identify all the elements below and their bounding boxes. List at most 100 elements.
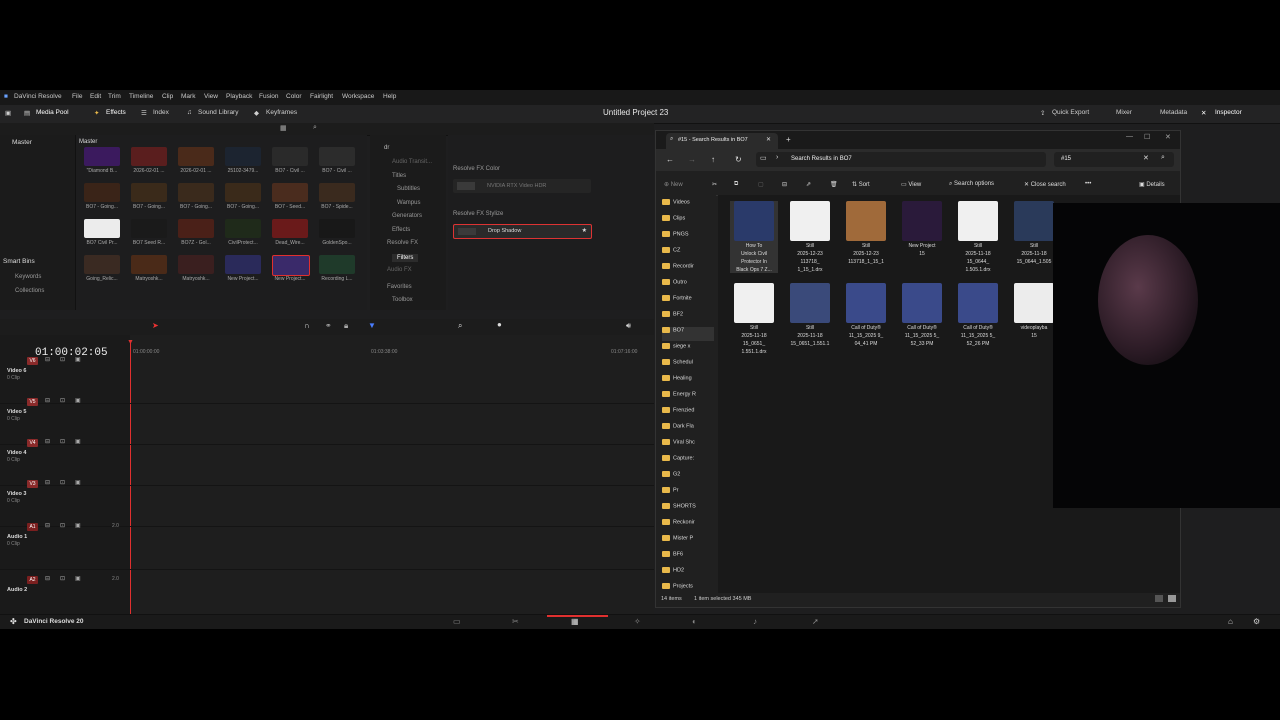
menu-color[interactable]: Color: [286, 93, 302, 100]
menu-clip[interactable]: Clip: [162, 93, 173, 100]
page-fairlight-icon[interactable]: ♪: [753, 617, 757, 626]
tab-close-icon[interactable]: ✕: [766, 136, 771, 143]
favorite-star-icon[interactable]: ★: [582, 227, 587, 234]
keyframes-icon[interactable]: ◆: [254, 109, 259, 117]
nav-item[interactable]: Mister P: [662, 535, 714, 549]
nav-item[interactable]: Videos: [662, 199, 714, 213]
nav-item[interactable]: Reckonir: [662, 519, 714, 533]
nav-item[interactable]: BF2: [662, 311, 714, 325]
nav-item[interactable]: Schedul: [662, 359, 714, 373]
fx-tree-audio-fx[interactable]: Audio FX: [387, 267, 412, 273]
zoom-slider-handle[interactable]: ●: [497, 320, 502, 329]
new-tab-icon[interactable]: +: [786, 135, 791, 144]
fx-tree-resolve-fx[interactable]: Resolve FX: [387, 240, 418, 246]
nav-item[interactable]: BF6: [662, 551, 714, 565]
nav-item[interactable]: Dark Fla: [662, 423, 714, 437]
track-visibility-icon[interactable]: ▣: [75, 479, 81, 486]
media-pool-icon[interactable]: ▤: [24, 109, 30, 117]
track-toggle-icon[interactable]: ⊡: [60, 438, 65, 445]
share-icon[interactable]: ⇗: [806, 181, 811, 188]
track-visibility-icon[interactable]: ▣: [75, 522, 81, 529]
file-item[interactable]: Still 2025-12-23 113718_ 1_15_1.drx: [786, 201, 834, 273]
clip-thumbnail[interactable]: [319, 147, 355, 166]
paste-icon[interactable]: ▢: [758, 181, 764, 188]
more-icon[interactable]: •••: [1085, 181, 1091, 187]
keywords-bin[interactable]: Keywords: [15, 274, 41, 280]
grid-view-icon[interactable]: ▦: [280, 124, 287, 132]
quick-export-button[interactable]: Quick Export: [1052, 109, 1089, 116]
flag-icon[interactable]: ▼: [368, 321, 376, 330]
collections-bin[interactable]: Collections: [15, 288, 44, 294]
menu-file[interactable]: File: [72, 93, 82, 100]
track-lock-icon[interactable]: ⊟: [45, 575, 50, 582]
inspector-button[interactable]: Inspector: [1215, 109, 1242, 116]
search-icon[interactable]: ⌕: [313, 124, 317, 132]
track-visibility-icon[interactable]: ▣: [75, 575, 81, 582]
volume-icon[interactable]: 🔊︎: [626, 321, 631, 331]
back-icon[interactable]: ←: [666, 155, 674, 164]
page-edit-icon[interactable]: ▦: [571, 617, 579, 626]
clip-thumbnail[interactable]: [84, 147, 120, 166]
track-lock-icon[interactable]: ⊟: [45, 522, 50, 529]
fx-tree-audio-transitions[interactable]: Audio Transit...: [392, 159, 432, 165]
sound-library-button[interactable]: Sound Library: [198, 109, 238, 116]
fx-tree-subtitles[interactable]: Subtitles: [397, 186, 420, 192]
up-icon[interactable]: ↑: [711, 155, 715, 164]
nav-item[interactable]: siege x: [662, 343, 714, 357]
track-toggle-icon[interactable]: ⊡: [60, 479, 65, 486]
forward-icon[interactable]: →: [688, 155, 696, 164]
track-v3[interactable]: V3 ⊟ ⊡ ▣ Video 30 Clip: [0, 480, 654, 527]
explorer-tab[interactable]: ⌕ #15 - Search Results in BO7 ✕: [666, 133, 778, 149]
track-id-badge[interactable]: V3: [27, 480, 38, 488]
link-icon[interactable]: ⚭: [325, 321, 332, 330]
menu-playback[interactable]: Playback: [226, 93, 252, 100]
nav-item[interactable]: Frenzied: [662, 407, 714, 421]
cut-icon[interactable]: ✂: [712, 181, 717, 188]
media-pool-button[interactable]: Media Pool: [36, 109, 69, 116]
menu-fairlight[interactable]: Fairlight: [310, 93, 333, 100]
playhead-marker-icon[interactable]: ▼: [127, 339, 134, 346]
minimize-icon[interactable]: —: [1126, 133, 1133, 140]
settings-gear-icon[interactable]: ⚙: [1253, 617, 1260, 626]
menu-trim[interactable]: Trim: [108, 93, 121, 100]
file-item[interactable]: Call of Duty® 11_15_2025 9_ 04_41 PM: [842, 283, 890, 349]
master-bin[interactable]: Master: [12, 139, 32, 146]
nav-item[interactable]: Clips: [662, 215, 714, 229]
fx-tree-filters[interactable]: Filters: [392, 254, 419, 262]
fx-tree-wampus[interactable]: Wampus: [397, 200, 420, 206]
nav-item[interactable]: Recordir: [662, 263, 714, 277]
file-item[interactable]: Call of Duty® 11_15_2025 5_ 52_26 PM: [954, 283, 1002, 349]
track-a1[interactable]: A1 ⊟ ⊡ ▣ Audio 10 Clip 2.0: [0, 523, 654, 570]
page-media-icon[interactable]: ▭: [453, 617, 461, 626]
menu-edit[interactable]: Edit: [90, 93, 101, 100]
clip-thumbnail[interactable]: [178, 219, 214, 238]
effects-icon[interactable]: ✦: [94, 109, 99, 117]
nav-item[interactable]: G2: [662, 471, 714, 485]
track-toggle-icon[interactable]: ⊡: [60, 356, 65, 363]
clip-thumbnail[interactable]: [178, 183, 214, 202]
file-item[interactable]: Still 2025-12-23 113718_1_15_1: [842, 201, 890, 267]
track-toggle-icon[interactable]: ⊡: [60, 522, 65, 529]
track-lock-icon[interactable]: ⊟: [45, 397, 50, 404]
fx-tree-toolbox[interactable]: Toolbox: [392, 297, 413, 303]
sort-button[interactable]: ⇅ Sort: [852, 181, 870, 188]
track-id-badge[interactable]: V6: [27, 357, 38, 365]
track-v5[interactable]: V5 ⊟ ⊡ ▣ Video 50 Clip: [0, 398, 654, 445]
menu-davinci[interactable]: DaVinci Resolve: [14, 93, 62, 100]
clip-thumbnail[interactable]: [84, 183, 120, 202]
file-item[interactable]: Still 2025-11-18 15_0644_1.505: [1010, 201, 1058, 267]
fx-tree-generators[interactable]: Generators: [392, 213, 422, 219]
file-item[interactable]: Still 2025-11-18 15_0651_1.551.1: [786, 283, 834, 349]
fx-item-rtx-hdr[interactable]: NVIDIA RTX Video HDR: [453, 179, 591, 193]
page-fusion-icon[interactable]: ✧: [634, 617, 641, 626]
nav-item[interactable]: PNGS: [662, 231, 714, 245]
clip-thumbnail[interactable]: [225, 147, 261, 166]
refresh-icon[interactable]: ↻: [735, 155, 742, 164]
clip-thumbnail[interactable]: [272, 147, 308, 166]
track-visibility-icon[interactable]: ▣: [75, 397, 81, 404]
page-deliver-icon[interactable]: ➚: [812, 617, 819, 626]
sound-library-icon[interactable]: ♫: [187, 109, 192, 116]
menu-mark[interactable]: Mark: [181, 93, 195, 100]
fx-tree-titles[interactable]: Titles: [392, 173, 406, 179]
nav-item[interactable]: Pr: [662, 487, 714, 501]
